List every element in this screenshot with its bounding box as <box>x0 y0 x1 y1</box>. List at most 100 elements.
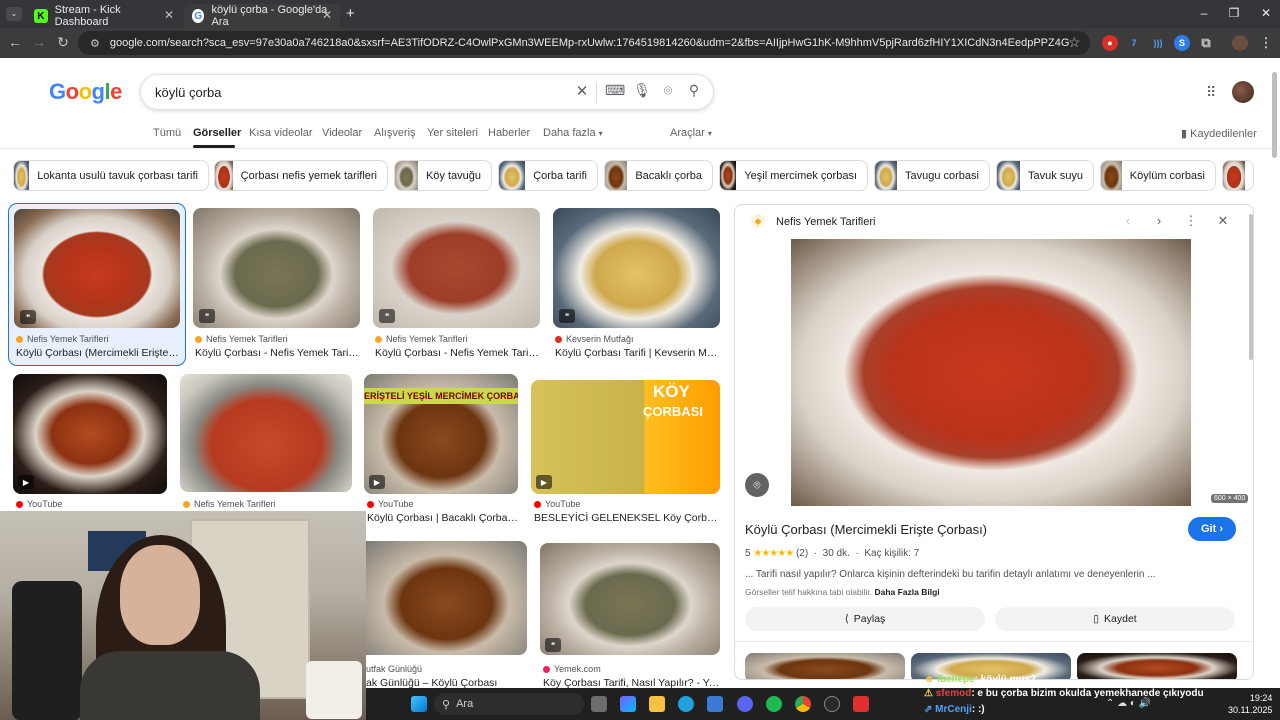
saved-button[interactable]: ▮ Kaydedilenler <box>1181 127 1257 140</box>
edge-icon[interactable] <box>678 696 694 712</box>
app-icon[interactable] <box>853 696 869 712</box>
result-image[interactable] <box>373 208 540 328</box>
panel-source[interactable]: Nefis Yemek Tarifleri <box>776 216 875 228</box>
task-view-icon[interactable] <box>591 696 607 712</box>
chip-corba-tarifi[interactable]: Çorba tarifi <box>498 160 598 191</box>
address-bar[interactable]: ⚙ google.com/search?sca_esv=97e30a0a7462… <box>78 31 1090 55</box>
result-card[interactable]: ❝ Nefis Yemek Tarifleri Köylü Çorbası - … <box>373 208 540 359</box>
clear-icon[interactable]: ✕ <box>572 82 592 100</box>
profile-avatar[interactable] <box>1232 35 1248 51</box>
result-title[interactable]: Köylü Çorbası | Bacaklı Çorba ... <box>367 512 518 524</box>
related-image[interactable] <box>745 653 905 679</box>
google-logo[interactable]: Google <box>49 79 122 105</box>
extension-audio-icon[interactable]: ))) <box>1150 35 1166 51</box>
result-image[interactable] <box>14 209 180 328</box>
keyboard-icon[interactable]: ⌨ <box>605 82 625 99</box>
visit-button[interactable]: Git › <box>1188 517 1236 541</box>
result-title[interactable]: Köylü Çorbası (Mercimekli Erişte Ç... <box>16 347 180 359</box>
windows-start-icon[interactable] <box>411 696 427 712</box>
extension-red-icon[interactable]: ● <box>1102 35 1118 51</box>
panel-title[interactable]: Köylü Çorbası (Mercimekli Erişte Çorbası… <box>745 522 987 537</box>
result-card-selected[interactable]: ❝ Nefis Yemek Tarifleri Köylü Çorbası (M… <box>8 203 186 366</box>
tab-all[interactable]: Tümü <box>153 127 181 139</box>
tray-icons[interactable]: ⌃ ☁ ◐ 🔊 <box>1106 698 1151 709</box>
site-info-icon[interactable]: ⚙ <box>90 37 100 50</box>
lens-search-icon[interactable]: ⌾ <box>745 473 769 497</box>
tab-places[interactable]: Yer siteleri <box>427 127 478 139</box>
result-image[interactable] <box>540 543 720 655</box>
extensions-puzzle-icon[interactable]: ⧉ <box>1198 35 1214 51</box>
related-image[interactable] <box>1077 653 1237 679</box>
result-image[interactable] <box>13 374 167 494</box>
chip-more[interactable] <box>1222 160 1254 191</box>
lens-camera-icon[interactable]: ⌾ <box>658 82 678 99</box>
preview-image[interactable] <box>791 239 1191 506</box>
save-button[interactable]: ▯ Kaydet <box>995 607 1235 631</box>
search-box[interactable]: köylü çorba ✕ ⌨ 🎙 ⌾ ⚲ <box>140 74 714 110</box>
reload-button[interactable]: ↻ <box>54 34 72 51</box>
next-icon[interactable]: › <box>1150 213 1168 228</box>
file-explorer-icon[interactable] <box>649 696 665 712</box>
search-input[interactable]: köylü çorba <box>155 85 221 100</box>
account-avatar[interactable] <box>1232 81 1254 103</box>
extension-7tv-icon[interactable]: 7 <box>1126 35 1142 51</box>
back-button[interactable]: ← <box>6 34 24 50</box>
result-title[interactable]: Köylü Çorbası - Nefis Yemek Tarifle... <box>375 347 540 359</box>
result-card[interactable]: KÖY ÇORBASI ▶ YouTube BESLEYİCİ GELENEKS… <box>531 380 720 524</box>
previous-icon[interactable]: ‹ <box>1119 213 1137 228</box>
result-image[interactable] <box>193 208 360 328</box>
chip-corbasi-nefis[interactable]: Çorbası nefis yemek tarifleri <box>214 160 388 191</box>
chip-koy-tavugu[interactable]: Köy tavuğu <box>394 160 492 191</box>
chip-yesil-mercimek[interactable]: Yeşil mercimek çorbası <box>719 160 868 191</box>
discord-icon[interactable] <box>737 696 753 712</box>
chip-tavugu-corbasi[interactable]: Tavugu corbasi <box>874 160 990 191</box>
more-info-link[interactable]: Daha Fazla Bilgi <box>874 587 939 597</box>
more-options-icon[interactable]: ⋮ <box>1182 213 1200 229</box>
result-card[interactable]: ERİŞTELİ YEŞİL MERCİMEK ÇORBASI ▶ YouTub… <box>364 374 518 524</box>
share-button[interactable]: ⟨ Paylaş <box>745 607 985 631</box>
chip-tavuk-suyu[interactable]: Tavuk suyu <box>996 160 1094 191</box>
tab-news[interactable]: Haberler <box>488 127 530 139</box>
close-window-button[interactable]: ✕ <box>1256 6 1276 20</box>
store-icon[interactable] <box>707 696 723 712</box>
result-card[interactable]: Nefis Yemek Tarifleri <box>180 374 352 514</box>
chip-bacakli-corba[interactable]: Bacaklı çorba <box>604 160 713 191</box>
result-card[interactable]: ❝ Nefis Yemek Tarifleri Köylü Çorbası - … <box>193 208 360 359</box>
panel-scrollbar[interactable] <box>1249 214 1253 360</box>
close-icon[interactable]: ✕ <box>164 8 174 22</box>
taskbar-search[interactable]: ⚲ Ara <box>434 693 584 715</box>
close-icon[interactable]: ✕ <box>1214 213 1232 229</box>
new-tab-button[interactable]: + <box>346 5 355 22</box>
tab-images[interactable]: Görseller <box>193 127 241 139</box>
result-title[interactable]: Köylü Çorbası - Nefis Yemek Tarifleri <box>195 347 360 359</box>
close-icon[interactable]: ✕ <box>322 8 332 22</box>
chip-lokanta-tavuk[interactable]: Lokanta usulü tavuk çorbası tarifi <box>13 160 209 191</box>
forward-button[interactable]: → <box>30 34 48 50</box>
tab-videos[interactable]: Videolar <box>322 127 362 139</box>
tab-shopping[interactable]: Alışveriş <box>374 127 416 139</box>
result-card[interactable]: ❝ Kevserin Mutfağı Köylü Çorbası Tarifi … <box>553 208 720 359</box>
restore-button[interactable]: ❐ <box>1224 6 1244 20</box>
chip-koylum-corbasi[interactable]: Köylüm corbasi <box>1100 160 1216 191</box>
page-scrollbar[interactable] <box>1272 72 1277 158</box>
spotify-icon[interactable] <box>766 696 782 712</box>
result-image[interactable] <box>553 208 720 328</box>
chrome-menu-icon[interactable]: ⋮ <box>1258 35 1274 51</box>
result-image[interactable] <box>531 380 720 494</box>
tab-kick-dashboard[interactable]: K Stream - Kick Dashboard ✕ <box>26 4 182 28</box>
obs-icon[interactable] <box>824 696 840 712</box>
clock[interactable]: 19:24 30.11.2025 <box>1228 692 1272 716</box>
result-image[interactable] <box>366 541 527 655</box>
result-card[interactable]: ❝ Yemek.com Köy Çorbası Tarifi, Nasıl Ya… <box>540 543 720 689</box>
result-image[interactable] <box>180 374 352 492</box>
tab-more[interactable]: Daha fazla ▾ <box>543 127 603 139</box>
bookmark-star-icon[interactable]: ☆ <box>1068 34 1081 51</box>
copilot-icon[interactable] <box>620 696 636 712</box>
result-card[interactable]: utfak Günlüğü ak Günlüğü – Köylü Çorbası <box>366 541 527 689</box>
minimize-button[interactable]: – <box>1194 6 1214 20</box>
search-icon[interactable]: ⚲ <box>684 82 704 99</box>
result-title[interactable]: BESLEYİCİ GELENEKSEL Köy Çorbası ... <box>534 512 720 524</box>
tools-button[interactable]: Araçlar ▾ <box>670 127 712 139</box>
extension-blue-icon[interactable]: S <box>1174 35 1190 51</box>
apps-grid-icon[interactable]: ⠿ <box>1206 84 1216 101</box>
